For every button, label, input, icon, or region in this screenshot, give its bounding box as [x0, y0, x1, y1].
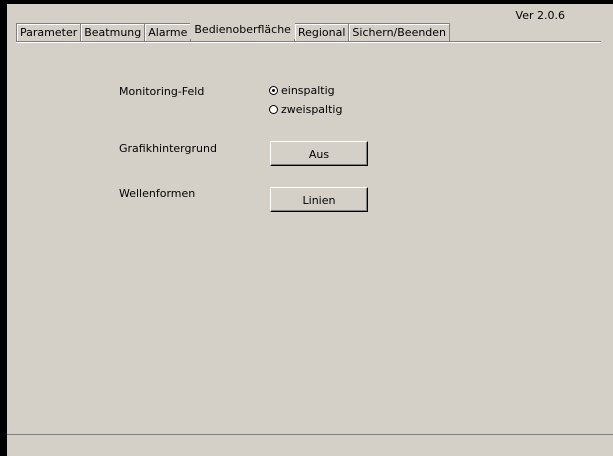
tab-alarme[interactable]: Alarme — [144, 23, 192, 41]
tab-divider-highlight — [16, 42, 601, 43]
tab-bedienoberflaeche[interactable]: Bedienoberfläche — [190, 20, 295, 39]
waveforms-button[interactable]: Linien — [270, 187, 368, 212]
radio-unchecked-icon[interactable] — [269, 105, 278, 114]
tab-sichern-beenden[interactable]: Sichern/Beenden — [348, 23, 451, 41]
tab-parameter[interactable]: Parameter — [16, 23, 82, 41]
radio-checked-icon[interactable] — [269, 86, 278, 95]
radio-zweispaltig-label: zweispaltig — [281, 103, 343, 116]
graphic-background-button[interactable]: Aus — [270, 141, 368, 166]
settings-window: Ver 2.0.6 Parameter Beatmung Alarme Bedi… — [7, 4, 613, 456]
tab-bar: Parameter Beatmung Alarme Bedienoberfläc… — [16, 19, 451, 41]
graphic-background-label: Grafikhintergrund — [119, 142, 217, 155]
waveforms-label: Wellenformen — [119, 187, 196, 200]
tab-regional[interactable]: Regional — [293, 23, 350, 41]
radio-einspaltig-label: einspaltig — [281, 84, 335, 97]
tab-beatmung[interactable]: Beatmung — [80, 23, 146, 41]
radio-zweispaltig[interactable]: zweispaltig — [269, 103, 342, 116]
monitoring-field-label: Monitoring-Feld — [119, 85, 205, 98]
radio-einspaltig[interactable]: einspaltig — [269, 84, 335, 97]
version-label: Ver 2.0.6 — [515, 9, 565, 22]
bottom-divider — [7, 434, 613, 435]
